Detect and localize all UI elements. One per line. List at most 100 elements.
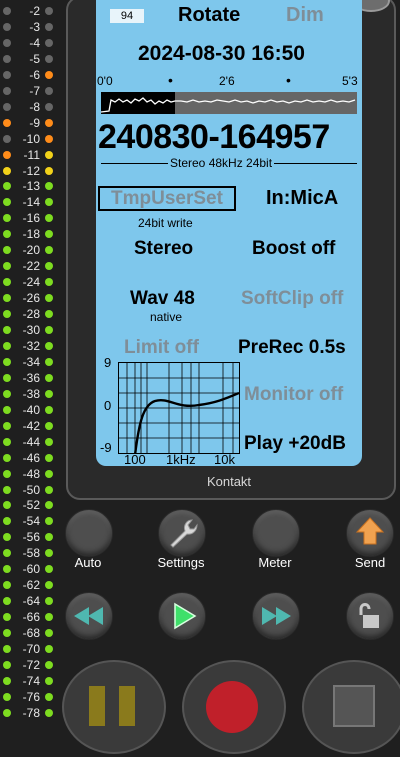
meter-led-left — [3, 357, 11, 366]
meter-row: -66 — [0, 610, 62, 624]
meter-led-right — [45, 629, 53, 638]
meter-led-right — [45, 676, 53, 685]
meter-led-left — [3, 310, 11, 319]
meter-led-right — [45, 469, 53, 478]
meter-led-right — [45, 453, 53, 462]
file-type-button[interactable]: Wav 48 — [130, 288, 195, 310]
meter-row: -3 — [0, 20, 62, 34]
file-name[interactable]: 240830-164957 — [98, 118, 330, 157]
meter-row: -14 — [0, 195, 62, 209]
meter-row: -36 — [0, 371, 62, 385]
meter-level-label: -68 — [22, 626, 40, 641]
fast-forward-icon — [262, 607, 291, 625]
prerec-button[interactable]: PreRec 0.5s — [238, 337, 346, 359]
timeline-start: 0'0 — [97, 74, 113, 88]
meter-led-left — [3, 54, 11, 63]
meter-level-label: -46 — [22, 450, 40, 465]
record-button[interactable] — [182, 660, 286, 754]
eq-curve-graph[interactable] — [118, 362, 240, 454]
meter-led-right — [45, 326, 53, 334]
meter-led-left — [3, 86, 11, 95]
meter-led-left — [3, 150, 11, 159]
meter-led-right — [45, 54, 53, 63]
meter-row: -7 — [0, 84, 62, 98]
rewind-icon — [74, 607, 103, 625]
meter-led-left — [3, 198, 11, 207]
meter-level-label: -72 — [22, 657, 40, 672]
meter-led-right — [45, 692, 53, 701]
eq-x-label-100: 100 — [124, 452, 146, 466]
meter-led-left — [3, 38, 11, 47]
meter-label: Meter — [258, 555, 292, 570]
meter-level-label: -74 — [22, 673, 40, 688]
unlock-icon — [359, 603, 379, 628]
meter-led-right — [45, 214, 53, 223]
meter-led-right — [45, 437, 53, 446]
meter-led-left — [3, 102, 11, 111]
meter-led-right — [45, 581, 53, 590]
meter-led-right — [45, 38, 53, 47]
rotate-button[interactable]: Rotate — [178, 4, 240, 27]
wrench-icon — [170, 519, 198, 548]
dim-button[interactable]: Dim — [286, 4, 324, 27]
lock-button[interactable] — [346, 592, 394, 640]
meter-row: -26 — [0, 291, 62, 305]
meter-row: -46 — [0, 451, 62, 465]
meter-led-right — [45, 134, 53, 143]
meter-level-label: -28 — [22, 307, 40, 322]
preset-sub: 24bit write — [138, 216, 193, 230]
meter-led-left — [3, 485, 11, 494]
softclip-button[interactable]: SoftClip off — [241, 288, 343, 310]
meter-button[interactable] — [252, 509, 300, 557]
meter-row: -50 — [0, 483, 62, 497]
meter-led-right — [45, 262, 53, 271]
channels-button[interactable]: Stereo — [134, 238, 193, 260]
meter-led-left — [3, 517, 11, 526]
auto-button[interactable] — [65, 509, 113, 557]
fast-forward-button[interactable] — [252, 592, 300, 640]
upload-arrow-icon — [355, 517, 385, 545]
meter-led-right — [45, 150, 53, 159]
boost-button[interactable]: Boost off — [252, 238, 335, 260]
meter-level-label: -26 — [22, 291, 40, 306]
meter-led-right — [45, 182, 53, 191]
meter-level-label: -18 — [22, 227, 40, 242]
eq-x-label-10k: 10k — [214, 452, 235, 466]
meter-level-label: -7 — [29, 83, 40, 98]
meter-level-label: -70 — [22, 642, 40, 656]
limit-button[interactable]: Limit off — [124, 337, 199, 359]
meter-led-right — [45, 294, 53, 303]
meter-led-left — [3, 708, 11, 717]
settings-button[interactable] — [158, 509, 206, 557]
meter-led-right — [45, 341, 53, 350]
meter-led-left — [3, 326, 11, 334]
meter-level-label: -36 — [22, 370, 40, 385]
meter-row: -44 — [0, 435, 62, 449]
send-button[interactable] — [346, 509, 394, 557]
monitor-button[interactable]: Monitor off — [244, 384, 343, 406]
meter-led-left — [3, 214, 11, 223]
meter-level-label: -14 — [22, 195, 40, 210]
meter-level-label: -40 — [22, 402, 40, 417]
meter-led-left — [3, 70, 11, 79]
meter-level-label: -16 — [22, 211, 40, 226]
waveform[interactable] — [101, 92, 357, 114]
meter-row: -72 — [0, 658, 62, 672]
stop-button[interactable] — [302, 660, 400, 754]
meter-level-label: -24 — [22, 275, 40, 290]
preset-button[interactable]: TmpUserSet — [98, 186, 236, 211]
meter-led-right — [45, 389, 53, 398]
eq-y-label-top: 9 — [104, 355, 112, 370]
meter-level-label: -78 — [22, 705, 40, 720]
meter-level-label: -34 — [22, 354, 40, 369]
pause-button[interactable] — [62, 660, 166, 754]
play-button[interactable] — [158, 592, 206, 640]
rewind-button[interactable] — [65, 592, 113, 640]
meter-led-left — [3, 294, 11, 303]
meter-led-right — [45, 533, 53, 542]
input-button[interactable]: In:MicA — [266, 187, 338, 210]
meter-led-left — [3, 22, 11, 31]
meter-led-left — [3, 182, 11, 191]
meter-row: -62 — [0, 578, 62, 592]
play-gain-button[interactable]: Play +20dB — [244, 433, 346, 455]
